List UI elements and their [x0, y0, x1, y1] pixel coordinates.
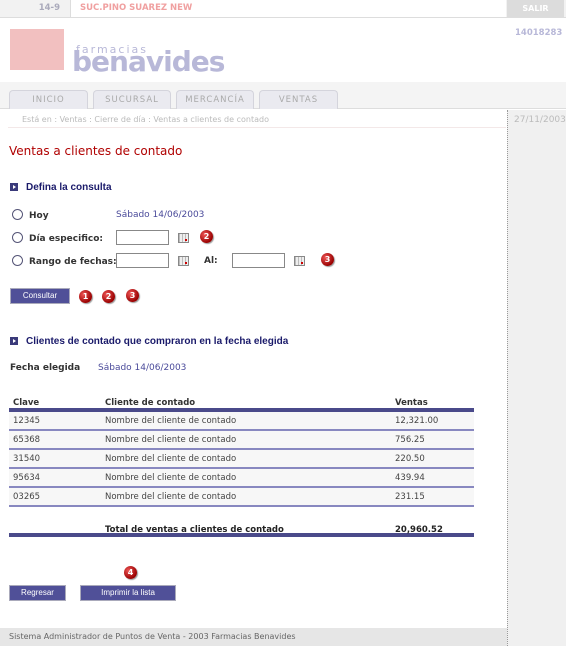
cell-cliente: Nombre del cliente de contado: [105, 416, 237, 426]
cell-cliente: Nombre del cliente de contado: [105, 454, 237, 464]
col-cliente: Cliente de contado: [105, 398, 196, 408]
radio-today[interactable]: [12, 209, 23, 220]
cell-cliente: Nombre del cliente de contado: [105, 473, 237, 483]
cell-ventas: 439.94: [395, 473, 425, 483]
back-button[interactable]: Regresar: [9, 585, 66, 601]
print-list-button[interactable]: Imprimir la lista: [80, 585, 176, 601]
step-badge: 2: [200, 230, 213, 243]
total-value: 20,960.52: [395, 525, 443, 535]
cell-ventas: 756.25: [395, 435, 425, 445]
footer: Sistema Administrador de Puntos de Venta…: [0, 628, 507, 646]
side-panel: [507, 110, 566, 646]
total-label: Total de ventas a clientes de contado: [105, 525, 284, 535]
page-title: Ventas a clientes de contado: [9, 144, 183, 158]
today-label: Hoy: [29, 211, 49, 221]
breadcrumb: Está en : Ventas : Cierre de día : Venta…: [8, 112, 506, 128]
cell-ventas: 12,321.00: [395, 416, 439, 426]
radio-date-range[interactable]: [12, 255, 23, 266]
table-row: 65368 Nombre del cliente de contado 756.25: [9, 431, 474, 450]
calendar-icon[interactable]: [178, 256, 189, 266]
specific-day-label: Día especifico:: [29, 234, 103, 244]
tab-sucursal[interactable]: SUCURSAL: [93, 90, 171, 109]
tab-mercancia[interactable]: MERCANCÍA: [176, 90, 254, 109]
col-ventas: Ventas: [395, 398, 428, 408]
consultar-button[interactable]: Consultar: [10, 288, 70, 304]
store-name: SUC.PINO SUAREZ NEW: [70, 0, 506, 17]
logo-figure-icon: [10, 29, 64, 70]
calendar-icon[interactable]: [294, 256, 305, 266]
chosen-date-value: Sábado 14/06/2003: [98, 363, 187, 373]
range-start-input[interactable]: [116, 253, 169, 268]
step-badge: 4: [124, 566, 137, 579]
header-code: 14018283: [515, 28, 563, 38]
cell-clave: 12345: [13, 416, 41, 426]
store-id: 14-9: [38, 3, 60, 13]
radio-specific-day[interactable]: [12, 232, 23, 243]
table-row: 12345 Nombre del cliente de contado 12,321…: [9, 412, 474, 431]
cell-cliente: Nombre del cliente de contado: [105, 492, 237, 502]
today-value: Sábado 14/06/2003: [116, 210, 205, 220]
table-row: 31540 Nombre del cliente de contado 220.50: [9, 450, 474, 469]
logout-button[interactable]: SALIR: [507, 0, 564, 17]
current-date: 27/11/2003: [514, 115, 566, 125]
results-section-title: Clientes de contado que compraron en la …: [10, 336, 288, 347]
range-to-label: Al:: [204, 256, 218, 266]
cell-clave: 03265: [13, 492, 41, 502]
cell-clave: 65368: [13, 435, 41, 445]
step-badge: 2: [102, 290, 115, 303]
cell-ventas: 231.15: [395, 492, 425, 502]
table-row: 03265 Nombre del cliente de contado 231.15: [9, 488, 474, 507]
step-badge: 3: [126, 289, 139, 302]
section-arrow-icon: [10, 337, 18, 345]
cell-clave: 31540: [13, 454, 41, 464]
logo-text: benavides: [72, 45, 225, 78]
date-range-label: Rango de fechas:: [29, 257, 117, 267]
range-end-input[interactable]: [232, 253, 285, 268]
tab-bar: INICIO SUCURSAL MERCANCÍA VENTAS: [0, 82, 566, 109]
col-clave: Clave: [13, 398, 40, 408]
calendar-icon[interactable]: [178, 233, 189, 243]
cell-ventas: 220.50: [395, 454, 425, 464]
section-title-text: Clientes de contado que compraron en la …: [26, 336, 289, 347]
specific-day-input[interactable]: [116, 230, 169, 245]
step-badge: 3: [321, 253, 334, 266]
cell-clave: 95634: [13, 473, 41, 483]
query-section-title: Defina la consulta: [10, 182, 112, 193]
table-row: 95634 Nombre del cliente de contado 439.94: [9, 469, 474, 488]
tab-ventas[interactable]: VENTAS: [259, 90, 338, 109]
step-badge: 1: [79, 290, 92, 303]
cell-cliente: Nombre del cliente de contado: [105, 435, 237, 445]
section-arrow-icon: [10, 183, 18, 191]
sales-table: Clave Cliente de contado Ventas 12345 Nom…: [9, 398, 474, 537]
chosen-date-label: Fecha elegida: [10, 363, 81, 373]
table-header: Clave Cliente de contado Ventas: [9, 398, 474, 412]
total-row: Total de ventas a clientes de contado 20…: [9, 507, 474, 537]
tab-inicio[interactable]: INICIO: [9, 90, 88, 109]
section-title-text: Defina la consulta: [26, 182, 112, 193]
